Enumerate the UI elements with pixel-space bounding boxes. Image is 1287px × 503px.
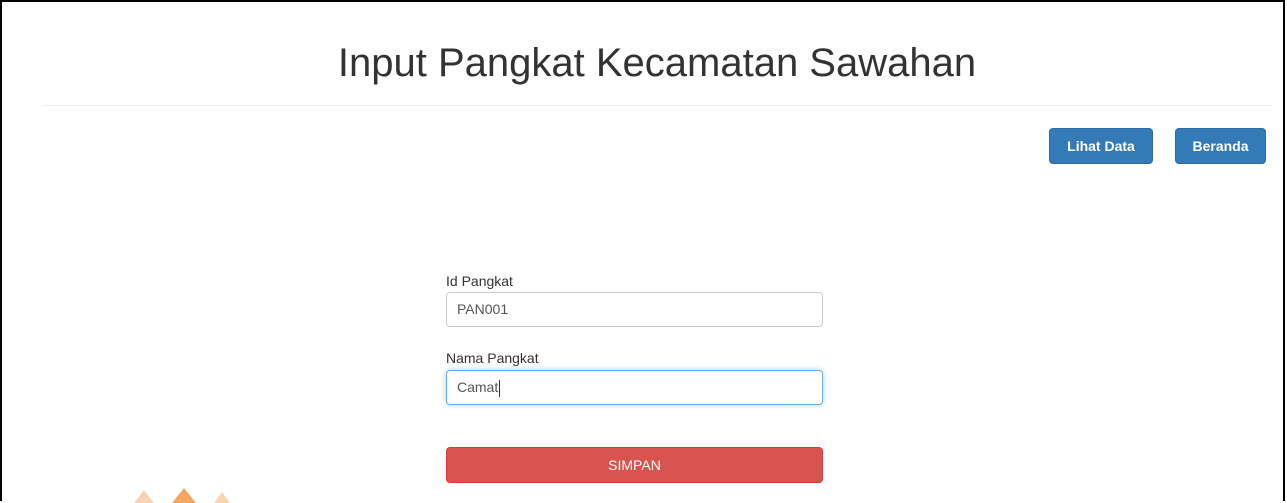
nama-pangkat-label: Nama Pangkat bbox=[446, 350, 539, 366]
id-pangkat-value: PAN001 bbox=[457, 301, 509, 317]
id-pangkat-input[interactable]: PAN001 bbox=[446, 292, 823, 327]
header-divider bbox=[42, 105, 1272, 106]
page-frame: Input Pangkat Kecamatan Sawahan Lihat Da… bbox=[0, 0, 1285, 503]
beranda-button[interactable]: Beranda bbox=[1175, 128, 1266, 164]
lihat-data-button[interactable]: Lihat Data bbox=[1049, 128, 1153, 164]
nama-pangkat-input[interactable]: Camat bbox=[446, 370, 823, 405]
logo-watermark-icon bbox=[134, 482, 234, 503]
nama-pangkat-value: Camat bbox=[457, 379, 499, 395]
id-pangkat-label: Id Pangkat bbox=[446, 273, 513, 289]
page-title: Input Pangkat Kecamatan Sawahan bbox=[337, 41, 977, 85]
text-caret bbox=[499, 379, 501, 397]
simpan-button[interactable]: SIMPAN bbox=[446, 447, 823, 483]
